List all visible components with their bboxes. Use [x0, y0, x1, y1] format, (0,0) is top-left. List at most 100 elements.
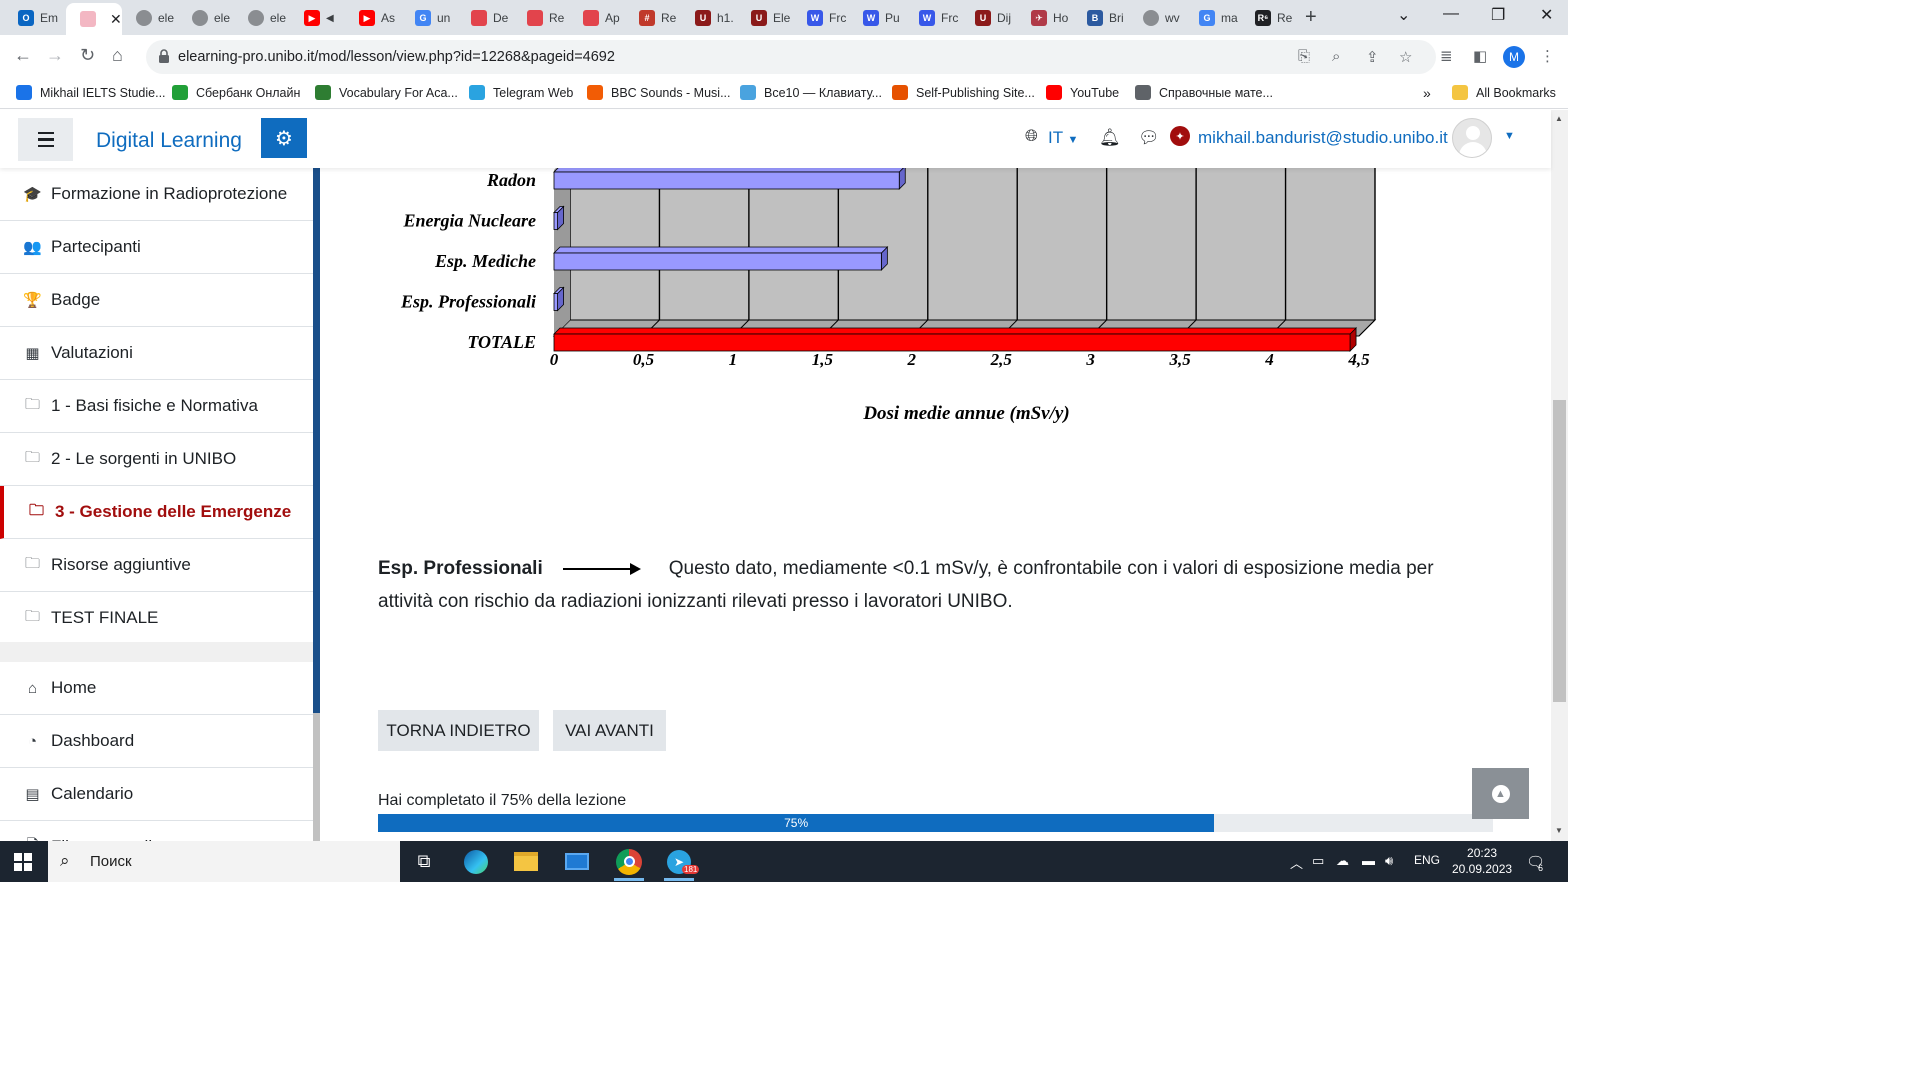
- user-email[interactable]: mikhail.bandurist@studio.unibo.it: [1198, 128, 1448, 148]
- battery-icon[interactable]: ▬: [1362, 853, 1375, 868]
- drawer-nav-item[interactable]: ⌂ Home: [0, 662, 313, 715]
- browser-tab[interactable]: R⁶ Re: [1241, 4, 1295, 32]
- restore-icon[interactable]: ❐: [1491, 5, 1505, 25]
- tab-search-chevron-icon[interactable]: ⌄: [1397, 5, 1410, 25]
- mail-icon[interactable]: [556, 845, 598, 878]
- back-to-top-button[interactable]: ▲: [1472, 768, 1529, 819]
- browser-tab[interactable]: Re: [513, 4, 567, 32]
- globe-icon[interactable]: 🌐︎: [1025, 128, 1038, 146]
- side-panel-icon[interactable]: ◧: [1473, 47, 1487, 65]
- site-name[interactable]: Digital Learning: [96, 129, 242, 153]
- next-button[interactable]: VAI AVANTI: [553, 710, 666, 751]
- page-scroll-thumb[interactable]: [1553, 400, 1566, 702]
- browser-tab[interactable]: U Dij: [961, 4, 1015, 32]
- bookmark-item[interactable]: Mikhail IELTS Studie...: [16, 85, 166, 100]
- drawer-scrollbar[interactable]: [313, 168, 320, 841]
- course-settings-cog-icon[interactable]: ⚙: [261, 118, 307, 158]
- taskbar-clock[interactable]: 20:23 20.09.2023: [1452, 845, 1512, 877]
- translate-icon[interactable]: ⎘: [1298, 48, 1310, 65]
- tab-close-icon[interactable]: ✕: [110, 11, 122, 28]
- drawer-item[interactable]: 🗀 Risorse aggiuntive: [0, 539, 313, 592]
- task-view-icon[interactable]: ⧉: [403, 845, 445, 878]
- page-scrollbar[interactable]: ▲ ▼: [1551, 110, 1568, 841]
- telegram-icon[interactable]: ➤ 181: [658, 845, 700, 881]
- browser-tab[interactable]: ▶ As: [345, 4, 399, 32]
- browser-tab[interactable]: # Re: [625, 4, 679, 32]
- bookmark-item[interactable]: Все10 — Клавиату...: [740, 85, 882, 100]
- taskbar-search[interactable]: ⌕ Поиск: [48, 841, 400, 882]
- browser-tab[interactable]: wv: [1129, 4, 1183, 32]
- minimize-icon[interactable]: —: [1443, 5, 1459, 23]
- drawer-item[interactable]: 👥 Partecipanti: [0, 221, 313, 274]
- browser-tab[interactable]: ele: [234, 4, 288, 32]
- url-text[interactable]: elearning-pro.unibo.it/mod/lesson/view.p…: [178, 49, 615, 65]
- scroll-down-icon[interactable]: ▼: [1555, 826, 1563, 835]
- user-avatar[interactable]: [1452, 118, 1492, 158]
- all-bookmarks-button[interactable]: All Bookmarks: [1452, 85, 1556, 100]
- bookmark-star-icon[interactable]: ☆: [1399, 48, 1412, 66]
- hamburger-menu-button[interactable]: [18, 118, 73, 161]
- bookmark-item[interactable]: Self-Publishing Site...: [892, 85, 1035, 100]
- reading-list-icon[interactable]: ≣: [1440, 47, 1453, 65]
- home-browser-icon[interactable]: ⌂: [112, 45, 123, 66]
- tab-audio-icon[interactable]: ◀: [326, 13, 334, 24]
- bookmark-item[interactable]: YouTube: [1046, 85, 1119, 100]
- browser-tab[interactable]: U Ele: [737, 4, 791, 32]
- browser-menu-icon[interactable]: ⋮: [1540, 47, 1555, 65]
- bookmark-item[interactable]: BBC Sounds - Musi...: [587, 85, 731, 100]
- browser-tab[interactable]: ele: [178, 4, 232, 32]
- drawer-nav-item[interactable]: ▤ Calendario: [0, 768, 313, 821]
- browser-tab[interactable]: ✕: [66, 3, 122, 35]
- bookmark-item[interactable]: Сбербанк Онлайн: [172, 85, 300, 100]
- back-button[interactable]: TORNA INDIETRO: [378, 710, 539, 751]
- browser-tab[interactable]: Gma: [1185, 4, 1239, 32]
- user-menu-caret-icon[interactable]: ▼: [1504, 130, 1515, 142]
- drawer-nav-item[interactable]: ◔ Dashboard: [0, 715, 313, 768]
- forward-arrow-icon[interactable]: →: [46, 45, 64, 66]
- browser-tab[interactable]: Ap: [569, 4, 623, 32]
- drawer-item[interactable]: 🗀 1 - Basi fisiche e Normativa: [0, 380, 313, 433]
- address-bar[interactable]: elearning-pro.unibo.it/mod/lesson/view.p…: [146, 40, 1436, 74]
- language-selector[interactable]: IT ▼: [1048, 128, 1078, 148]
- file-explorer-icon[interactable]: [505, 845, 547, 878]
- bookmarks-overflow-icon[interactable]: »: [1423, 85, 1431, 101]
- browser-tab[interactable]: ▶ ◀: [290, 4, 344, 32]
- bookmark-item[interactable]: Vocabulary For Aca...: [315, 85, 458, 100]
- tray-chevron-icon[interactable]: ︿: [1290, 853, 1303, 872]
- browser-tab[interactable]: O Em: [4, 4, 58, 32]
- scroll-up-icon[interactable]: ▲: [1555, 114, 1563, 123]
- share-icon[interactable]: ⇪: [1366, 48, 1379, 66]
- close-window-icon[interactable]: ✕: [1540, 5, 1553, 25]
- messages-icon[interactable]: 💬︎: [1138, 128, 1160, 148]
- volume-icon[interactable]: 🔊︎: [1385, 853, 1393, 869]
- browser-tab[interactable]: W Frc: [793, 4, 847, 32]
- drawer-item[interactable]: 🗀 3 - Gestione delle Emergenze: [0, 486, 313, 539]
- input-language[interactable]: ENG: [1414, 853, 1440, 867]
- browser-tab[interactable]: Gun: [401, 4, 455, 32]
- new-tab-button[interactable]: +: [1305, 6, 1317, 29]
- browser-profile-avatar[interactable]: M: [1503, 46, 1525, 68]
- browser-tab[interactable]: B Bri: [1073, 4, 1127, 32]
- chrome-icon[interactable]: [608, 845, 650, 881]
- reload-icon[interactable]: ↻: [80, 45, 95, 66]
- lock-icon[interactable]: [158, 49, 170, 63]
- bookmark-item[interactable]: Справочные мате...: [1135, 85, 1273, 100]
- browser-tab[interactable]: W Frc: [905, 4, 959, 32]
- drawer-item[interactable]: ▦ Valutazioni: [0, 327, 313, 380]
- windows-start-icon[interactable]: [14, 853, 32, 871]
- browser-tab[interactable]: ele: [122, 4, 176, 32]
- browser-tab[interactable]: De: [457, 4, 511, 32]
- browser-tab[interactable]: Uh1.: [681, 4, 735, 32]
- drawer-nav-item[interactable]: 🗋File personali: [0, 821, 313, 842]
- drawer-item[interactable]: 🎓 Formazione in Radioprotezione: [0, 168, 313, 221]
- back-arrow-icon[interactable]: ←: [14, 45, 32, 66]
- network-icon[interactable]: ▭: [1312, 853, 1324, 869]
- notification-bell-icon[interactable]: 🔔︎: [1099, 128, 1121, 148]
- onedrive-icon[interactable]: ☁: [1336, 853, 1349, 869]
- drawer-item[interactable]: 🗀 2 - Le sorgenti in UNIBO: [0, 433, 313, 486]
- edge-icon[interactable]: [455, 845, 497, 878]
- drawer-item[interactable]: 🏆 Badge: [0, 274, 313, 327]
- zoom-icon[interactable]: ⌕: [1332, 48, 1340, 65]
- drawer-item[interactable]: 🗀 TEST FINALE: [0, 592, 313, 645]
- browser-tab[interactable]: W Pu: [849, 4, 903, 32]
